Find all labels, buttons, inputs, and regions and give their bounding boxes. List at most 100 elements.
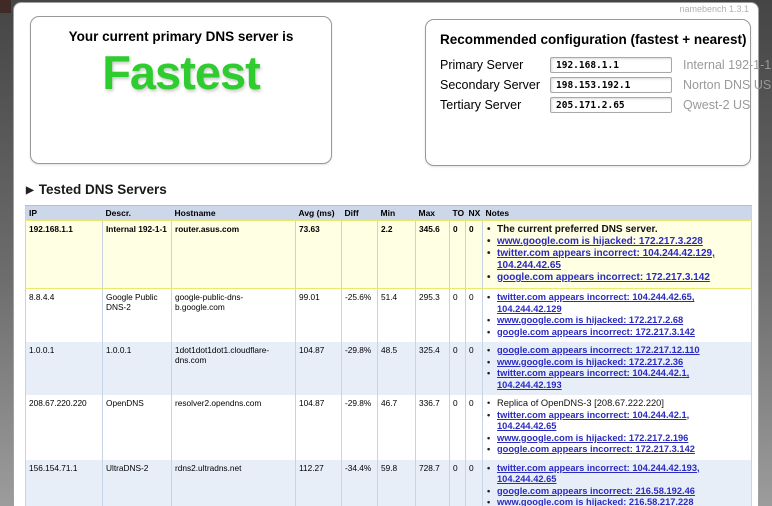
- collapse-arrow-icon: ▶: [26, 185, 34, 196]
- column-header-ip: IP: [25, 205, 103, 221]
- cell-max: 345.6: [415, 220, 450, 289]
- cell-descr: 1.0.0.1: [102, 342, 172, 395]
- cell-diff: [341, 220, 378, 289]
- column-header-to: TO: [449, 205, 466, 221]
- table-row: 8.8.4.4 Google Public DNS-2 google-publi…: [26, 288, 752, 342]
- cell-timeouts: 0: [449, 220, 466, 289]
- dns-results-table-wrap: IP Descr. Hostname Avg (ms) Diff Min Max…: [25, 205, 752, 506]
- note-link[interactable]: google.com appears incorrect: 216.58.192…: [486, 486, 748, 498]
- cell-hostname: router.asus.com: [171, 220, 296, 289]
- tertiary-server-ip-input[interactable]: [550, 97, 672, 113]
- secondary-server-label: Secondary Server: [440, 78, 541, 92]
- table-row: 156.154.71.1 UltraDNS-2 rdns2.ultradns.n…: [25, 459, 752, 506]
- cell-max: 295.3: [415, 288, 450, 342]
- cell-ip: 192.168.1.1: [25, 220, 103, 289]
- primary-server-label: Primary Server: [440, 58, 524, 72]
- cell-min: 59.8: [377, 459, 416, 506]
- cell-diff: -29.8%: [341, 395, 378, 460]
- cell-hostname: google-public-dns-b.google.com: [171, 288, 296, 342]
- note-link[interactable]: twitter.com appears incorrect: 104.244.4…: [486, 368, 748, 391]
- note-text: Replica of OpenDNS-3 [208.67.222.220]: [486, 398, 748, 410]
- column-header-avg: Avg (ms): [295, 205, 342, 221]
- primary-server-row: Primary Server Internal 192-1-1: [440, 57, 771, 73]
- note-link[interactable]: twitter.com appears incorrect: 104.244.4…: [486, 248, 748, 272]
- cell-notes: google.com appears incorrect: 172.217.12…: [482, 342, 752, 395]
- note-text: The current preferred DNS server.: [486, 224, 748, 236]
- table-header-row: IP Descr. Hostname Avg (ms) Diff Min Max…: [25, 205, 752, 221]
- cell-nx: 0: [465, 342, 483, 395]
- cell-notes: twitter.com appears incorrect: 104.244.4…: [482, 459, 752, 506]
- cell-max: 325.4: [415, 342, 450, 395]
- column-header-max: Max: [415, 205, 450, 221]
- cell-ip: 208.67.220.220: [29, 398, 87, 408]
- recommended-config-title: Recommended configuration (fastest + nea…: [440, 32, 747, 47]
- namebench-results-page: namebench 1.3.1 Your current primary DNS…: [13, 2, 771, 506]
- note-link[interactable]: google.com appears incorrect: 172.217.12…: [486, 345, 748, 357]
- cell-notes: The current preferred DNS server.www.goo…: [482, 220, 752, 289]
- secondary-server-row: Secondary Server Norton DNS US: [440, 77, 771, 93]
- note-list: twitter.com appears incorrect: 104.244.4…: [486, 463, 748, 506]
- note-list: Replica of OpenDNS-3 [208.67.222.220]twi…: [486, 398, 748, 456]
- cell-max: 728.7: [415, 459, 450, 506]
- cell-avg-ms: 112.27: [295, 459, 342, 506]
- note-link[interactable]: twitter.com appears incorrect: 104.244.4…: [486, 292, 748, 315]
- current-dns-panel: Your current primary DNS server is Faste…: [30, 16, 332, 164]
- tested-dns-servers-header[interactable]: ▶ Tested DNS Servers: [26, 182, 167, 197]
- cell-descr: Internal 192-1-1: [102, 220, 172, 289]
- note-list: twitter.com appears incorrect: 104.244.4…: [486, 292, 748, 338]
- cell-ip: 156.154.71.1: [25, 459, 103, 506]
- window-corner: [0, 0, 11, 13]
- tertiary-server-label: Tertiary Server: [440, 98, 522, 112]
- note-link[interactable]: www.google.com is hijacked: 216.58.217.2…: [486, 497, 748, 506]
- note-link[interactable]: www.google.com is hijacked: 172.217.2.68: [486, 315, 748, 327]
- cell-diff: -25.6%: [341, 288, 378, 342]
- note-link[interactable]: google.com appears incorrect: 172.217.3.…: [486, 444, 748, 456]
- note-link[interactable]: www.google.com is hijacked: 172.217.2.19…: [486, 433, 748, 445]
- cell-avg-ms: 104.87: [295, 395, 342, 460]
- cell-avg-ms: 99.01: [295, 288, 342, 342]
- cell-min: 51.4: [377, 288, 416, 342]
- secondary-server-ip-input[interactable]: [550, 77, 672, 93]
- cell-descr: OpenDNS: [102, 395, 172, 460]
- column-header-notes: Notes: [482, 205, 752, 221]
- app-version-label: namebench 1.3.1: [679, 4, 749, 14]
- cell-hostname: rdns2.ultradns.net: [171, 459, 296, 506]
- note-link[interactable]: twitter.com appears incorrect: 104.244.4…: [486, 463, 748, 486]
- cell-timeouts: 0: [449, 342, 466, 395]
- cell-ip: 8.8.4.4: [29, 292, 55, 302]
- note-list: The current preferred DNS server.www.goo…: [486, 224, 748, 284]
- column-header-descr: Descr.: [102, 205, 172, 221]
- column-header-diff: Diff: [341, 205, 378, 221]
- cell-nx: 0: [465, 288, 483, 342]
- cell-descr: UltraDNS-2: [102, 459, 172, 506]
- tested-dns-servers-title: Tested DNS Servers: [38, 182, 167, 197]
- recommended-config-panel: Recommended configuration (fastest + nea…: [425, 19, 771, 166]
- cell-nx: 0: [465, 395, 483, 460]
- dns-results-table: IP Descr. Hostname Avg (ms) Diff Min Max…: [25, 205, 752, 506]
- cell-diff: -29.8%: [341, 342, 378, 395]
- cell-hostname: 1dot1dot1dot1.cloudflare-dns.com: [171, 342, 296, 395]
- current-dns-title: Your current primary DNS server is: [68, 29, 294, 44]
- tertiary-server-row: Tertiary Server Qwest-2 US: [440, 97, 750, 113]
- tertiary-server-note: Qwest-2 US: [683, 98, 751, 112]
- primary-server-note: Internal 192-1-1: [683, 58, 772, 72]
- cell-avg-ms: 104.87: [295, 342, 342, 395]
- secondary-server-note: Norton DNS US: [683, 78, 772, 92]
- cell-notes: twitter.com appears incorrect: 104.244.4…: [482, 288, 752, 342]
- note-link[interactable]: www.google.com is hijacked: 172.217.3.22…: [486, 236, 748, 248]
- cell-min: 48.5: [377, 342, 416, 395]
- note-link[interactable]: google.com appears incorrect: 172.217.3.…: [486, 327, 748, 339]
- note-link[interactable]: twitter.com appears incorrect: 104.244.4…: [486, 410, 748, 433]
- cell-diff: -34.4%: [341, 459, 378, 506]
- cell-timeouts: 0: [449, 395, 466, 460]
- note-link[interactable]: www.google.com is hijacked: 172.217.2.36: [486, 357, 748, 369]
- cell-descr: Google Public DNS-2: [102, 288, 172, 342]
- primary-server-ip-input[interactable]: [550, 57, 672, 73]
- note-link[interactable]: google.com appears incorrect: 172.217.3.…: [486, 272, 748, 284]
- cell-timeouts: 0: [449, 288, 466, 342]
- cell-notes: Replica of OpenDNS-3 [208.67.222.220]twi…: [482, 395, 752, 460]
- cell-nx: 0: [465, 459, 483, 506]
- table-row: 192.168.1.1 Internal 192-1-1 router.asus…: [25, 220, 752, 289]
- cell-avg-ms: 73.63: [295, 220, 342, 289]
- table-row: 1.0.0.1 1.0.0.1 1dot1dot1dot1.cloudflare…: [25, 342, 752, 395]
